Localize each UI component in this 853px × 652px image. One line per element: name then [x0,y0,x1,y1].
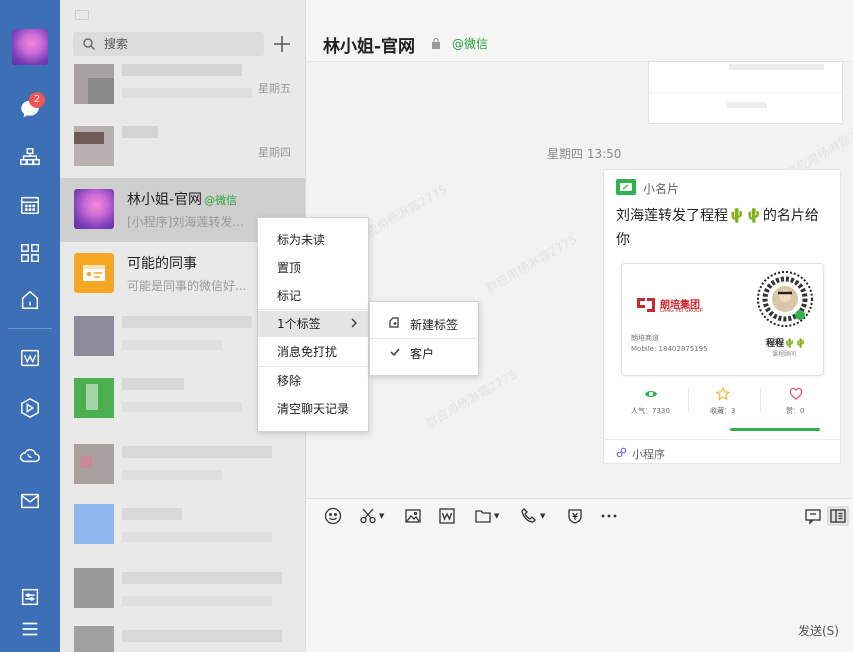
submenu-new-label[interactable]: 新建标签 [410,316,458,333]
image-icon[interactable] [404,506,422,526]
mini-programs-icon[interactable] [15,238,45,268]
chat-item[interactable] [60,562,305,626]
avatar [74,316,114,356]
menu-item-remove[interactable]: 移除 [258,368,368,394]
lock-icon [430,37,442,49]
colleague-icon [74,253,114,293]
chat-item[interactable]: 星期五 [60,52,305,116]
send-button[interactable]: 发送(S) [798,622,839,639]
avatar [74,626,114,652]
red-packet-icon[interactable] [566,506,584,526]
chat-title: 林小姐-官网 [323,37,416,57]
user-avatar[interactable] [12,29,48,65]
stat-divider [688,386,689,414]
action-button-edge[interactable] [730,428,820,431]
card-app-name: 小名片 [643,182,680,196]
menu-item-mute[interactable]: 消息免打扰 [258,339,368,365]
chat-time: 星期四 [258,146,291,159]
chat-time: 星期五 [258,82,291,95]
search-icon [82,37,96,51]
message-timestamp: 星期四 13:50 [547,147,622,161]
new-label-icon [388,317,400,333]
mobile-number: Mobile: 18402875195 [631,345,708,353]
star-icon[interactable] [715,386,731,401]
search-placeholder: 搜索 [104,37,129,51]
card-divider [604,439,840,440]
menu-item-pin[interactable]: 置顶 [258,255,368,281]
chat-item[interactable] [60,434,305,498]
company-logo-sub: LANG PEI GROUP [660,308,703,314]
wechat-tag: @微信 [452,37,489,51]
menu-divider [258,309,368,310]
menu-item-clear-history[interactable]: 清空聊天记录 [258,396,368,422]
mail-icon[interactable] [15,486,45,516]
chat-item[interactable] [60,620,305,652]
call-icon[interactable]: ▼ [520,506,545,526]
nav-divider [8,328,52,329]
menu-divider [258,366,368,367]
heart-icon[interactable] [789,387,803,401]
submenu-label-customer[interactable]: 客户 [410,345,434,362]
menu-item-mark-unread[interactable]: 标为未读 [258,227,368,253]
chat-name: 林小姐-官网 @微信 [127,192,238,208]
collapse-icon[interactable] [75,10,89,20]
avatar [74,568,114,608]
contacts-icon[interactable] [15,142,45,172]
eye-icon [644,387,658,401]
settings-icon[interactable] [15,582,45,612]
phone-cloud-icon[interactable] [15,440,45,470]
chat-history-icon[interactable] [804,506,822,526]
mini-program-label: 小程序 [632,448,665,461]
avatar [74,504,114,544]
menu-divider [370,338,478,339]
checkmark-icon [389,346,401,362]
avatar [74,189,114,229]
previous-card[interactable] [648,62,843,124]
favorites-stat: 收藏：3 [710,407,736,415]
document-icon[interactable] [438,506,456,526]
side-panel-icon[interactable] [827,506,849,526]
chat-item[interactable] [60,498,305,562]
stat-divider [760,386,761,414]
name-card-app-icon [616,179,636,195]
folder-icon[interactable]: ▼ [474,506,499,526]
card-title: 刘海莲转发了程程🌵🌵的名片给你 [616,208,819,248]
chat-preview: 可能是同事的微信好... [127,279,247,293]
calendar-icon[interactable] [15,190,45,220]
menu-icon[interactable] [15,614,45,644]
likes-stat: 赞：0 [786,407,805,415]
weworkdoc-icon[interactable] [15,343,45,373]
more-icon[interactable] [600,506,618,526]
message-input[interactable] [306,534,853,652]
screenshot-icon[interactable]: ▼ [359,506,384,526]
company-name: 朗培商道 [631,334,659,342]
hexagon-app-icon[interactable] [15,393,45,423]
chat-preview: [小程序]刘海莲转发... [127,215,244,229]
unread-badge: 2 [29,92,45,108]
card-person-role: 课程顾问 [772,351,797,358]
emoji-icon[interactable] [324,506,342,526]
mini-program-icon [616,447,627,458]
menu-item-flag[interactable]: 标记 [258,283,368,309]
company-logo-icon [635,296,657,314]
chat-name: 可能的同事 [127,256,197,272]
mini-program-qr-icon [757,271,813,327]
card-person-name: 程程🌵🌵 [766,339,807,349]
chevron-right-icon [349,317,359,333]
chat-item[interactable]: 星期四 [60,116,305,180]
home-icon[interactable] [15,285,45,315]
popularity-stat: 人气：7330 [631,407,670,415]
